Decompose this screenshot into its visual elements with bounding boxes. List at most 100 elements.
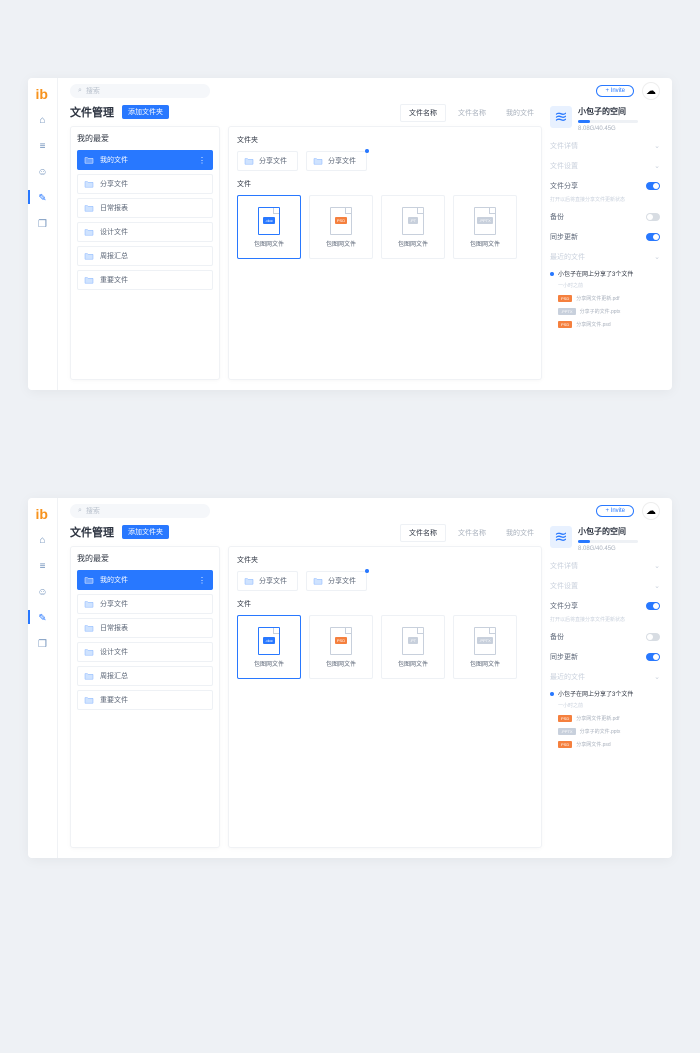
sidebar-item-0[interactable]: 我的文件 ⋮	[77, 150, 213, 170]
setting-3[interactable]: 备份	[550, 629, 660, 645]
nav-doc-icon[interactable]: ❐	[37, 218, 49, 230]
more-icon[interactable]: ⋮	[198, 576, 206, 585]
sidebar-item-label: 重要文件	[100, 275, 128, 285]
setting-5[interactable]: 最近的文件⌄	[550, 249, 660, 265]
file-card-3[interactable]: .PPTX 包图网文件	[453, 615, 517, 679]
mini-file-name: 分享网文件.psd	[576, 321, 610, 328]
file-card-2[interactable]: .PT包图网文件	[381, 615, 445, 679]
file-card-1[interactable]: PSD包图网文件	[309, 195, 373, 259]
favorites-card: 我的最爱我的文件⋮分享文件日常报表设计文件周报汇总重要文件	[70, 546, 220, 848]
chevron-down-icon: ⌄	[654, 582, 660, 590]
file-icon: .doc	[258, 207, 280, 235]
tab-2[interactable]: 我的文件	[498, 105, 542, 121]
activity-file-1[interactable]: .PPTX分享子的文件.pptx	[558, 308, 660, 315]
activity-file-2[interactable]: PSD分享网文件.psd	[558, 321, 660, 328]
tab-0[interactable]: 文件名称	[400, 524, 446, 542]
activity-file-2[interactable]: PSD分享网文件.psd	[558, 741, 660, 748]
sidebar-item-4[interactable]: 周报汇总	[77, 666, 213, 686]
toggle[interactable]	[646, 213, 660, 221]
search-input[interactable]: ⌕搜索	[70, 504, 210, 518]
folder-chip-0[interactable]: 分享文件	[237, 151, 298, 171]
sidebar-item-2[interactable]: 日常报表	[77, 618, 213, 638]
sidebar-item-label: 周报汇总	[100, 251, 128, 261]
setting-0[interactable]: 文件详情⌄	[550, 558, 660, 574]
tab-0[interactable]: 文件名称	[400, 104, 446, 122]
activity-time: 一小时之前	[558, 282, 660, 289]
tab-1[interactable]: 文件名称	[450, 525, 494, 541]
sidebar-item-label: 分享文件	[100, 179, 128, 189]
setting-2[interactable]: 文件分享	[550, 178, 660, 194]
activity-file-0[interactable]: PSD分享网文件更新.pdf	[558, 295, 660, 302]
nav-list-icon[interactable]: ≡	[37, 560, 49, 572]
nav-edit-icon[interactable]: ✎	[37, 612, 49, 624]
sidebar-item-2[interactable]: 日常报表	[77, 198, 213, 218]
setting-0[interactable]: 文件详情⌄	[550, 138, 660, 154]
sidebar-item-3[interactable]: 设计文件	[77, 642, 213, 662]
setting-4[interactable]: 同步更新	[550, 229, 660, 245]
setting-1[interactable]: 文件设置⌄	[550, 578, 660, 594]
activity-text: 小包子在网上分享了3个文件	[550, 689, 660, 698]
nav-home-icon[interactable]: ⌂	[37, 114, 49, 126]
folder-chip-0[interactable]: 分享文件	[237, 571, 298, 591]
toggle[interactable]	[646, 233, 660, 241]
nav-user-icon[interactable]: ☺	[37, 586, 49, 598]
toggle[interactable]	[646, 633, 660, 641]
sidebar-item-4[interactable]: 周报汇总	[77, 246, 213, 266]
folder-chip-1[interactable]: 分享文件	[306, 151, 367, 171]
sidebar-item-5[interactable]: 重要文件	[77, 690, 213, 710]
file-icon: PSD	[330, 207, 352, 235]
search-placeholder: 搜索	[86, 506, 100, 516]
setting-1[interactable]: 文件设置⌄	[550, 158, 660, 174]
nav-edit-icon[interactable]: ✎	[37, 192, 49, 204]
file-card-3[interactable]: .PPTX包图网文件	[453, 195, 517, 259]
setting-5[interactable]: 最近的文件⌄	[550, 669, 660, 685]
page-title: 文件管理	[70, 104, 114, 120]
folders-title: 文件夹	[237, 135, 533, 145]
more-icon[interactable]: ⋮	[198, 156, 206, 165]
avatar[interactable]: ☁	[642, 502, 660, 520]
file-card-0[interactable]: .doc包图网文件	[237, 195, 301, 259]
sidebar-item-0[interactable]: 我的文件⋮	[77, 570, 213, 590]
activity-file-1[interactable]: .PPTX分享子的文件.pptx	[558, 728, 660, 735]
toggle[interactable]	[646, 182, 660, 190]
invite-button[interactable]: + Invite	[596, 85, 634, 97]
avatar[interactable]: ☁	[642, 82, 660, 100]
layers-icon: ≋	[550, 526, 572, 548]
search-input[interactable]: ⌕搜索	[70, 84, 210, 98]
setting-label: 文件设置	[550, 161, 578, 171]
file-card-2[interactable]: .PT包图网文件	[381, 195, 445, 259]
sidebar-item-5[interactable]: 重要文件	[77, 270, 213, 290]
file-icon: .PPTX	[474, 627, 496, 655]
tab-2[interactable]: 我的文件	[498, 525, 542, 541]
setting-3[interactable]: 备份	[550, 209, 660, 225]
nav-user-icon[interactable]: ☺	[37, 166, 49, 178]
sidebar-item-3[interactable]: 设计文件	[77, 222, 213, 242]
nav-list-icon[interactable]: ≡	[37, 140, 49, 152]
setting-label: 备份	[550, 632, 564, 642]
add-folder-button[interactable]: 添加文件夹	[122, 525, 169, 539]
mini-badge: PSD	[558, 295, 572, 302]
file-card-0[interactable]: .doc包图网文件	[237, 615, 301, 679]
nav-doc-icon[interactable]: ❐	[37, 638, 49, 650]
sidebar-item-label: 我的文件	[100, 155, 128, 165]
notification-dot	[365, 569, 369, 573]
setting-4[interactable]: 同步更新	[550, 649, 660, 665]
folder-chip-1[interactable]: 分享文件	[306, 571, 367, 591]
file-badge: .doc	[263, 637, 275, 644]
toggle[interactable]	[646, 653, 660, 661]
tab-1[interactable]: 文件名称	[450, 105, 494, 121]
nav-home-icon[interactable]: ⌂	[37, 534, 49, 546]
invite-button[interactable]: + Invite	[596, 505, 634, 517]
add-folder-button[interactable]: 添加文件夹	[122, 105, 169, 119]
activity-file-0[interactable]: PSD分享网文件更新.pdf	[558, 715, 660, 722]
setting-2[interactable]: 文件分享	[550, 598, 660, 614]
file-card-1[interactable]: PSD包图网文件	[309, 615, 373, 679]
file-name: 包图网文件	[470, 659, 500, 668]
space-card: ≋小包子的空间8.08G/40.45G	[550, 524, 660, 554]
file-icon: .doc	[258, 627, 280, 655]
file-badge: .doc	[263, 217, 275, 224]
toggle[interactable]	[646, 602, 660, 610]
sidebar-item-1[interactable]: 分享文件	[77, 594, 213, 614]
storage-text: 8.08G/40.45G	[578, 126, 638, 132]
sidebar-item-1[interactable]: 分享文件	[77, 174, 213, 194]
